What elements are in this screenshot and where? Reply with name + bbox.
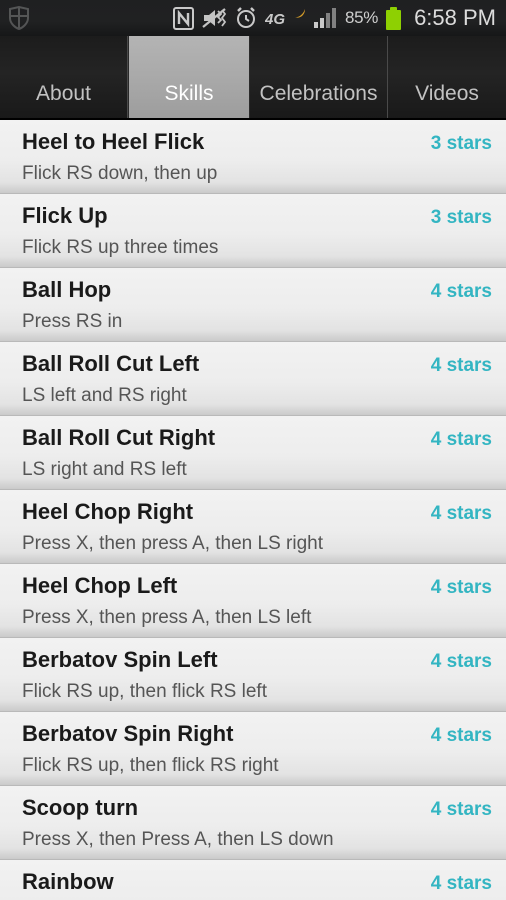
list-item-subtitle: Flick RS up, then flick RS left <box>22 681 267 702</box>
list-item-subtitle: Press X, then Press A, then LS down <box>22 829 334 850</box>
list-item-stars-badge: 4 stars <box>430 281 492 302</box>
list-item[interactable]: Heel Chop Right 4 stars Press X, then pres… <box>0 490 506 564</box>
list-item[interactable]: Scoop turn 4 stars Press X, then Press A, … <box>0 786 506 860</box>
list-item-title: Berbatov Spin Left <box>22 647 218 672</box>
status-bar-left <box>8 6 30 30</box>
shield-icon <box>8 6 30 30</box>
list-item-title: Scoop turn <box>22 795 139 820</box>
list-item[interactable]: Ball Roll Cut Right 4 stars LS right and R… <box>0 416 506 490</box>
list-item-stars-badge: 4 stars <box>430 873 492 894</box>
list-item-subtitle: Press X, then press A, then LS left <box>22 607 312 628</box>
list-item-header: Flick Up 3 stars <box>22 201 492 233</box>
list-item-header: Ball Hop 4 stars <box>22 275 492 307</box>
list-item[interactable]: Ball Roll Cut Left 4 stars LS left and RS … <box>0 342 506 416</box>
tab-videos[interactable]: Videos <box>388 36 506 118</box>
list-item-subtitle: LS right and RS left <box>22 459 187 480</box>
list-item-subtitle: Flick RS up, then flick RS right <box>22 755 279 776</box>
svg-text:4G: 4G <box>265 11 285 28</box>
list-item-subtitle: Flick RS down, then up <box>22 163 218 184</box>
skills-list[interactable]: Heel to Heel Flick 3 stars Flick RS down, … <box>0 120 506 900</box>
list-item[interactable]: Heel to Heel Flick 3 stars Flick RS down, … <box>0 120 506 194</box>
vibrate-mute-icon <box>201 7 227 29</box>
list-item-subtitle: Press RS in <box>22 311 123 332</box>
list-item[interactable]: Berbatov Spin Left 4 stars Flick RS up, th… <box>0 638 506 712</box>
list-item-stars-badge: 4 stars <box>430 429 492 450</box>
list-item-stars-badge: 4 stars <box>430 577 492 598</box>
list-item-subtitle: LS left and RS right <box>22 385 187 406</box>
list-item-header: Rainbow 4 stars <box>22 867 492 899</box>
list-item-header: Berbatov Spin Left 4 stars <box>22 645 492 677</box>
list-item[interactable]: Heel Chop Left 4 stars Press X, then press… <box>0 564 506 638</box>
list-item-subtitle: Press X, then press A, then LS right <box>22 533 323 554</box>
list-item-title: Heel to Heel Flick <box>22 129 205 154</box>
list-item-title: Rainbow <box>22 869 114 894</box>
4g-icon: 4G <box>265 8 290 28</box>
list-item-subtitle: Flick RS up three times <box>22 237 219 258</box>
list-item-title: Ball Hop <box>22 277 112 302</box>
tab-about[interactable]: About <box>0 36 128 118</box>
alarm-clock-icon <box>234 6 258 30</box>
list-item-title: Berbatov Spin Right <box>22 721 234 746</box>
list-item-stars-badge: 4 stars <box>430 503 492 524</box>
list-item-title: Ball Roll Cut Right <box>22 425 216 450</box>
status-bar-right: 4G 85% 6:58 PM <box>172 5 496 31</box>
list-item-header: Ball Roll Cut Right 4 stars <box>22 423 492 455</box>
list-item-stars-badge: 3 stars <box>430 133 492 154</box>
tab-celebrations-label: Celebrations <box>259 82 378 105</box>
clock-label: 6:58 PM <box>414 5 496 30</box>
list-item-stars-badge: 4 stars <box>430 725 492 746</box>
app-screen: 4G 85% 6:58 PM About Skills Celebrations… <box>0 0 506 900</box>
list-item-title: Ball Roll Cut Left <box>22 351 200 376</box>
list-item-title: Flick Up <box>22 203 108 228</box>
list-item-stars-badge: 4 stars <box>430 799 492 820</box>
moon-icon <box>293 7 307 20</box>
list-item-header: Scoop turn 4 stars <box>22 793 492 825</box>
tab-videos-label: Videos <box>415 82 479 105</box>
signal-bars-icon <box>313 7 338 29</box>
tab-about-label: About <box>36 82 91 105</box>
list-item-header: Ball Roll Cut Left 4 stars <box>22 349 492 381</box>
list-item[interactable]: Rainbow 4 stars <box>0 860 506 900</box>
list-item[interactable]: Berbatov Spin Right 4 stars Flick RS up, t… <box>0 712 506 786</box>
list-item-title: Heel Chop Left <box>22 573 178 598</box>
list-item-header: Heel to Heel Flick 3 stars <box>22 127 492 159</box>
list-item[interactable]: Flick Up 3 stars Flick RS up three times <box>0 194 506 268</box>
list-item[interactable]: Ball Hop 4 stars Press RS in <box>0 268 506 342</box>
list-item-header: Heel Chop Left 4 stars <box>22 571 492 603</box>
tab-skills-label: Skills <box>164 82 214 105</box>
list-item-stars-badge: 3 stars <box>430 207 492 228</box>
battery-icon <box>386 6 402 30</box>
battery-percent-label: 85% <box>344 8 379 27</box>
tab-bar: About Skills Celebrations Videos <box>0 36 506 120</box>
tab-celebrations[interactable]: Celebrations <box>250 36 388 118</box>
list-item-header: Heel Chop Right 4 stars <box>22 497 492 529</box>
list-item-title: Heel Chop Right <box>22 499 194 524</box>
list-item-stars-badge: 4 stars <box>430 651 492 672</box>
list-item-stars-badge: 4 stars <box>430 355 492 376</box>
list-item-header: Berbatov Spin Right 4 stars <box>22 719 492 751</box>
nfc-icon <box>172 6 194 30</box>
tab-skills[interactable]: Skills <box>128 36 250 118</box>
status-bar: 4G 85% 6:58 PM <box>0 0 506 36</box>
